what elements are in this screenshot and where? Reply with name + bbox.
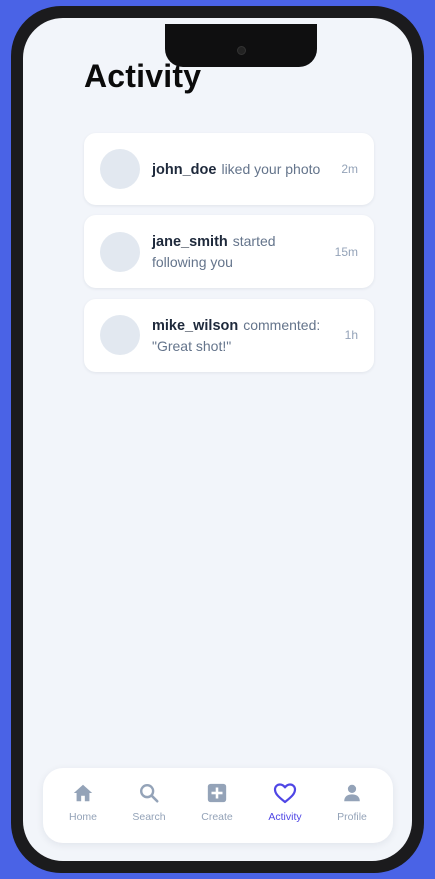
notification-card[interactable]: john_doe liked your photo 2m: [84, 133, 374, 205]
bottom-nav: Home Search Create Activity Profile: [43, 768, 393, 843]
notification-username[interactable]: jane_smith: [152, 234, 228, 250]
search-icon: [140, 784, 159, 803]
notification-time: 1h: [344, 328, 358, 342]
nav-item-profile[interactable]: Profile: [322, 782, 382, 832]
user-icon: [344, 784, 360, 802]
plus-square-icon: [207, 783, 227, 803]
nav-item-activity[interactable]: Activity: [255, 782, 315, 832]
notification-time: 2m: [341, 162, 358, 176]
nav-label: Home: [68, 811, 97, 823]
notification-card[interactable]: mike_wilson commented: "Great shot!" 1h: [84, 299, 374, 372]
camera-icon: [237, 46, 246, 55]
notification-text: mike_wilson commented: "Great shot!": [152, 315, 337, 356]
phone-frame: Activity john_doe liked your photo 2m jan…: [11, 6, 424, 873]
avatar[interactable]: [100, 315, 140, 355]
nav-label: Activity: [268, 811, 302, 823]
notification-username[interactable]: john_doe: [152, 162, 216, 178]
notification-time: 15m: [334, 245, 358, 259]
nav-label: Create: [201, 811, 233, 823]
notification-action: liked your photo: [221, 161, 321, 177]
notification-text: jane_smith started following you: [152, 231, 302, 272]
notification-username[interactable]: mike_wilson: [152, 318, 238, 334]
nav-item-create[interactable]: Create: [187, 782, 247, 832]
nav-item-home[interactable]: Home: [53, 782, 113, 832]
notch: [165, 24, 317, 67]
screen: Activity john_doe liked your photo 2m jan…: [23, 18, 412, 861]
nav-label: Profile: [337, 811, 367, 823]
avatar[interactable]: [100, 232, 140, 272]
nav-label: Search: [132, 811, 166, 823]
notification-text: john_doe liked your photo: [152, 159, 337, 180]
heart-icon: [273, 783, 297, 804]
notification-card[interactable]: jane_smith started following you 15m: [84, 215, 374, 288]
home-icon: [73, 784, 93, 802]
nav-item-search[interactable]: Search: [119, 782, 179, 832]
avatar[interactable]: [100, 149, 140, 189]
